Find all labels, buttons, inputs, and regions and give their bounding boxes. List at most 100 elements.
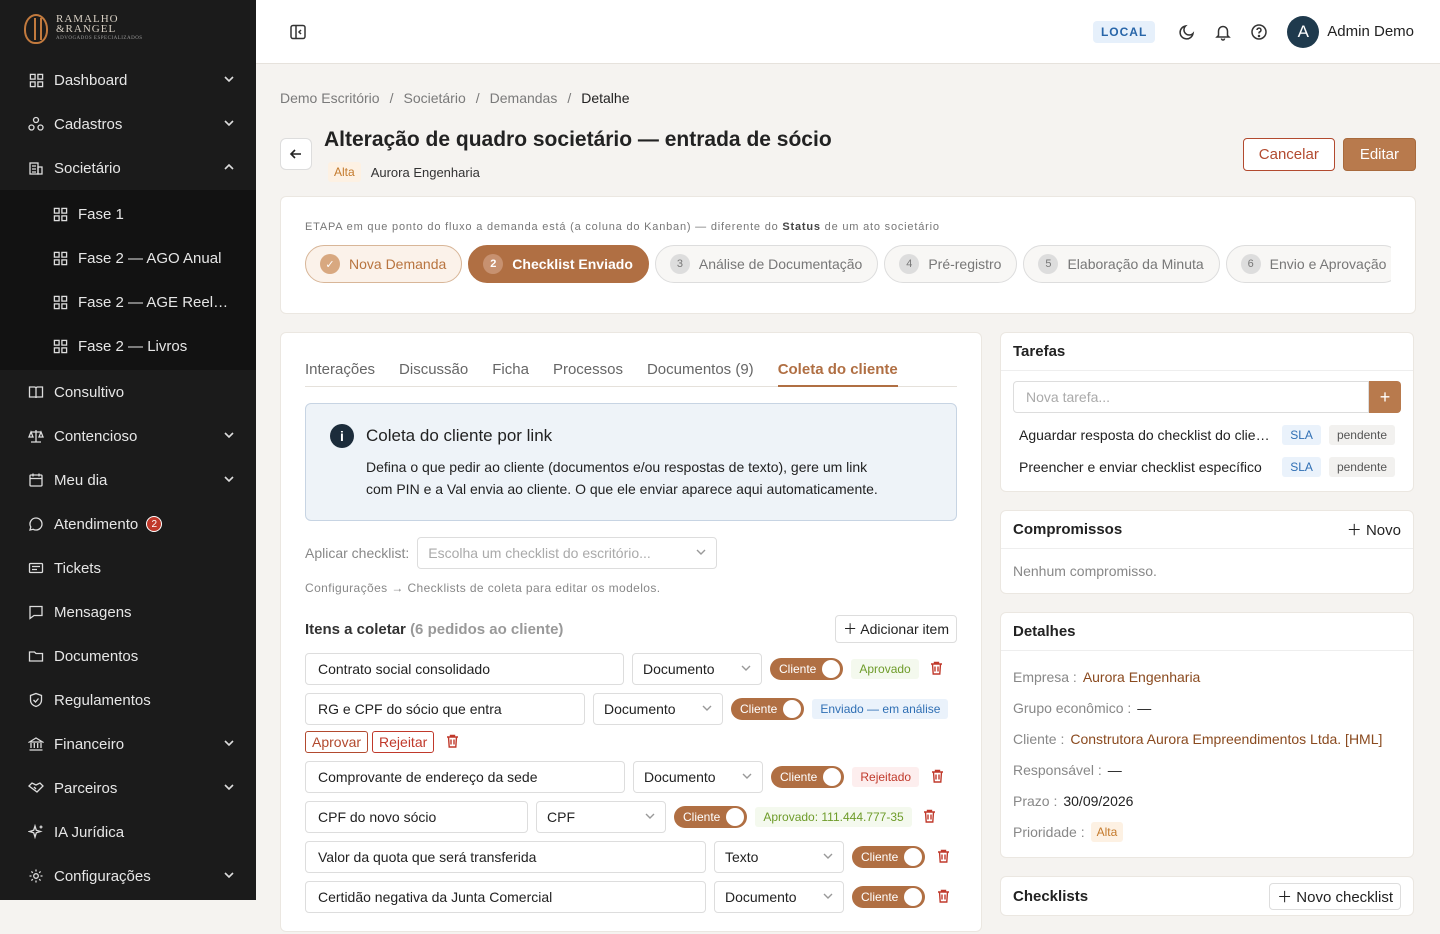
help-icon[interactable] (1241, 14, 1277, 50)
item-type-select[interactable]: Documento (593, 693, 723, 725)
sidebar-item-atendimento[interactable]: Atendimento 2 (0, 502, 256, 546)
new-compromisso-button[interactable]: ＋ Novo (1347, 519, 1401, 540)
breadcrumb-demandas[interactable]: Demandas (490, 90, 558, 106)
cliente-link[interactable]: Construtora Aurora Empreendimentos Ltda.… (1070, 731, 1382, 747)
toggle-knob (822, 660, 840, 678)
trash-icon[interactable] (920, 809, 940, 826)
sidebar-item-label: Dashboard (54, 72, 224, 89)
breadcrumb-escritorio[interactable]: Demo Escritório (280, 90, 380, 106)
stage-analise-documentacao[interactable]: 3Análise de Documentação (655, 245, 878, 283)
user-name[interactable]: Admin Demo (1327, 23, 1414, 40)
sidebar-item-fase2-ago[interactable]: Fase 2 — AGO Anual (0, 236, 256, 280)
trash-icon[interactable] (927, 769, 947, 786)
sidebar-item-consultivo[interactable]: Consultivo (0, 370, 256, 414)
item-type-select[interactable]: CPF (536, 801, 666, 833)
item-name-input[interactable]: Contrato social consolidado (305, 653, 624, 685)
cancel-button[interactable]: Cancelar (1243, 138, 1335, 171)
topbar: LOCAL A Admin Demo (256, 0, 1440, 64)
tab-discussao[interactable]: Discussão (399, 361, 468, 378)
approve-button[interactable]: Aprovar (305, 731, 368, 753)
sidebar-item-configuracoes[interactable]: Configurações (0, 854, 256, 898)
book-icon (28, 384, 44, 400)
client-toggle[interactable]: Cliente (771, 766, 844, 788)
client-toggle[interactable]: Cliente (770, 658, 843, 680)
item-type-select[interactable]: Documento (632, 653, 762, 685)
empty-state: Nenhum compromisso. (1001, 549, 1413, 593)
reject-button[interactable]: Rejeitar (372, 731, 434, 753)
stage-checklist-enviado[interactable]: 2Checklist Enviado (468, 245, 649, 283)
tab-documentos[interactable]: Documentos (9) (647, 361, 754, 378)
task-item[interactable]: Preencher e enviar checklist específico … (1001, 451, 1413, 483)
trash-icon[interactable] (933, 849, 953, 866)
sidebar-item-fase2-livros[interactable]: Fase 2 — Livros (0, 324, 256, 368)
sidebar-item-mensagens[interactable]: Mensagens (0, 590, 256, 634)
empresa-link[interactable]: Aurora Engenharia (1083, 669, 1201, 685)
grid-icon (52, 206, 68, 222)
info-icon: i (330, 424, 354, 448)
sidebar-item-fase1[interactable]: Fase 1 (0, 192, 256, 236)
moon-icon[interactable] (1169, 14, 1205, 50)
add-item-button[interactable]: ＋ Adicionar item (835, 615, 957, 643)
item-name-input[interactable]: Comprovante de endereço da sede (305, 761, 625, 793)
new-task-input[interactable]: Nova tarefa... (1013, 381, 1369, 413)
sidebar-item-meu-dia[interactable]: Meu dia (0, 458, 256, 502)
item-type-select[interactable]: Texto (714, 841, 844, 873)
tab-ficha[interactable]: Ficha (492, 361, 529, 378)
item-name-input[interactable]: RG e CPF do sócio que entra (305, 693, 585, 725)
toggle-label: Cliente (683, 810, 720, 824)
stage-hint: ETAPA em que ponto do fluxo a demanda es… (305, 221, 1391, 233)
sla-badge: SLA (1282, 457, 1321, 477)
bell-icon[interactable] (1205, 14, 1241, 50)
client-toggle[interactable]: Cliente (852, 886, 925, 908)
checklist-select[interactable]: Escolha um checklist do escritório... (417, 537, 717, 569)
sidebar-item-tickets[interactable]: Tickets (0, 546, 256, 590)
back-button[interactable] (280, 138, 312, 170)
add-task-button[interactable]: + (1369, 381, 1401, 413)
client-toggle[interactable]: Cliente (674, 806, 747, 828)
item-name-input[interactable]: CPF do novo sócio (305, 801, 528, 833)
sidebar-item-label: Atendimento (54, 516, 138, 533)
item-name-input[interactable]: Valor da quota que será transferida (305, 841, 706, 873)
tab-processos[interactable]: Processos (553, 361, 623, 378)
item-name-input[interactable]: Certidão negativa da Junta Comercial (305, 881, 706, 913)
sidebar-item-fase2-age[interactable]: Fase 2 — AGE Reeleição (0, 280, 256, 324)
sidebar-item-label: Fase 2 — AGE Reeleição (78, 294, 234, 311)
items-count: (6 pedidos ao cliente) (410, 621, 563, 638)
sidebar-item-contencioso[interactable]: Contencioso (0, 414, 256, 458)
review-actions: Aprovar Rejeitar (305, 731, 957, 753)
sidebar-toggle-icon[interactable] (280, 14, 316, 50)
breadcrumb-societario[interactable]: Societário (403, 90, 465, 106)
tab-coleta-cliente[interactable]: Coleta do cliente (778, 361, 898, 378)
stage-nova-demanda[interactable]: ✓Nova Demanda (305, 245, 462, 283)
item-type-select[interactable]: Documento (714, 881, 844, 913)
edit-button[interactable]: Editar (1343, 138, 1416, 171)
stage-pre-registro[interactable]: 4Pré-registro (884, 245, 1017, 283)
sidebar-item-financeiro[interactable]: Financeiro (0, 722, 256, 766)
chevron-down-icon (224, 430, 234, 443)
sidebar-item-ia-juridica[interactable]: IA Jurídica (0, 810, 256, 854)
stage-number: 5 (1038, 254, 1058, 274)
sidebar-item-documentos[interactable]: Documentos (0, 634, 256, 678)
stage-envio-aprovacao[interactable]: 6Envio e Aprovação (1226, 245, 1391, 283)
sidebar-item-regulamentos[interactable]: Regulamentos (0, 678, 256, 722)
trash-icon[interactable] (442, 734, 462, 751)
gear-icon (28, 868, 44, 884)
task-item[interactable]: Aguardar resposta do checklist do client… (1001, 419, 1413, 451)
sidebar-item-cadastros[interactable]: Cadastros (0, 102, 256, 146)
new-checklist-button[interactable]: ＋ Novo checklist (1269, 883, 1401, 910)
trash-icon[interactable] (933, 889, 953, 906)
chat-icon (28, 516, 44, 532)
client-toggle[interactable]: Cliente (852, 846, 925, 868)
item-type-select[interactable]: Documento (633, 761, 763, 793)
sidebar-item-dashboard[interactable]: Dashboard (0, 58, 256, 102)
sidebar-item-societario[interactable]: Societário (0, 146, 256, 190)
trash-icon[interactable] (927, 661, 947, 678)
brand-logo[interactable]: RAMALHO &RANGEL ADVOGADOS ESPECIALIZADOS (0, 0, 256, 58)
collect-item-row: Certidão negativa da Junta Comercial Doc… (305, 881, 957, 913)
client-toggle[interactable]: Cliente (731, 698, 804, 720)
stage-elaboracao-minuta[interactable]: 5Elaboração da Minuta (1023, 245, 1219, 283)
avatar[interactable]: A (1287, 16, 1319, 48)
tab-interacoes[interactable]: Interações (305, 361, 375, 378)
sidebar-item-parceiros[interactable]: Parceiros (0, 766, 256, 810)
checklists-title: Checklists (1013, 888, 1088, 905)
